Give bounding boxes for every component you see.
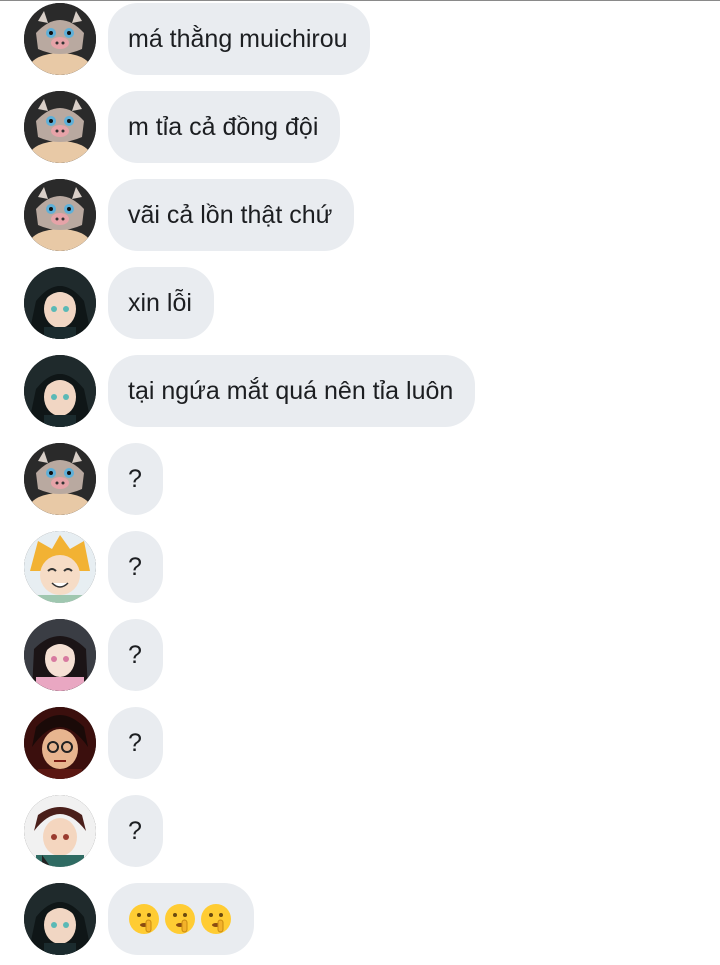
- tanjiro-avatar[interactable]: [24, 795, 96, 867]
- muichiro-avatar[interactable]: [24, 267, 96, 339]
- inosuke-avatar[interactable]: [24, 3, 96, 75]
- inosuke-avatar[interactable]: [24, 91, 96, 163]
- message-bubble[interactable]: má thằng muichirou: [108, 3, 370, 75]
- message-bubble[interactable]: ?: [108, 619, 163, 691]
- message-bubble[interactable]: ?: [108, 707, 163, 779]
- message-row: ?: [24, 795, 163, 867]
- message-row: ?: [24, 531, 163, 603]
- nezuko-avatar[interactable]: [24, 619, 96, 691]
- message-row: ?: [24, 707, 163, 779]
- message-bubble[interactable]: ?: [108, 531, 163, 603]
- message-bubble[interactable]: ?: [108, 795, 163, 867]
- message-row: má thằng muichirou: [24, 3, 370, 75]
- message-bubble[interactable]: [108, 883, 254, 955]
- message-bubble[interactable]: m tỉa cả đồng đội: [108, 91, 341, 163]
- message-bubble[interactable]: ?: [108, 443, 163, 515]
- shushing-face-icon: [165, 904, 195, 934]
- muichiro-avatar[interactable]: [24, 355, 96, 427]
- message-bubble[interactable]: xin lỗi: [108, 267, 214, 339]
- inosuke-avatar[interactable]: [24, 443, 96, 515]
- message-row: m tỉa cả đồng đội: [24, 91, 341, 163]
- shushing-face-icon: [201, 904, 231, 934]
- message-row: tại ngứa mắt quá nên tỉa luôn: [24, 355, 476, 427]
- shushing-face-icon: [129, 904, 159, 934]
- muichiro-avatar[interactable]: [24, 883, 96, 955]
- message-bubble[interactable]: tại ngứa mắt quá nên tỉa luôn: [108, 355, 476, 427]
- message-row: xin lỗi: [24, 267, 214, 339]
- inosuke-avatar[interactable]: [24, 179, 96, 251]
- zenitsu-avatar[interactable]: [24, 531, 96, 603]
- message-row: vãi cả lồn thật chứ: [24, 179, 355, 251]
- message-row: [24, 883, 254, 955]
- message-row: ?: [24, 443, 163, 515]
- message-row: ?: [24, 619, 163, 691]
- message-bubble[interactable]: vãi cả lồn thật chứ: [108, 179, 355, 251]
- demon-avatar[interactable]: [24, 707, 96, 779]
